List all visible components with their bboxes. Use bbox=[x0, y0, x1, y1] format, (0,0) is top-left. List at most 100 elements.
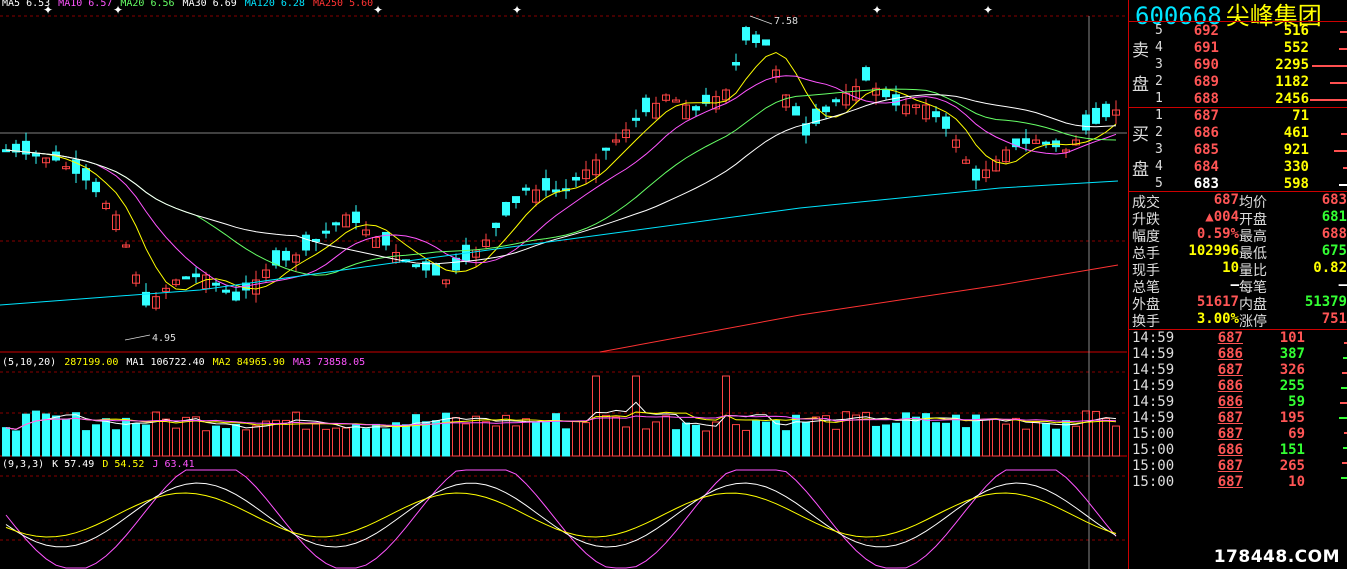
volume-bar bbox=[522, 418, 530, 457]
quote-row: 成交 687 均价 683 bbox=[1129, 192, 1347, 211]
volume-bar bbox=[192, 416, 200, 457]
quote-label: 涨停 bbox=[1239, 314, 1267, 330]
candle-body bbox=[732, 62, 740, 66]
quote-value: 681 bbox=[1321, 209, 1347, 225]
quote-row: 换手 3.00% 涨停 751 bbox=[1129, 311, 1347, 330]
volume-bar bbox=[472, 415, 480, 457]
ma-legend: MA5 6.53 MA10 6.57 MA20 6.56 MA30 6.69 MA120… bbox=[2, 0, 381, 9]
volume-bar bbox=[622, 426, 630, 457]
candle-body bbox=[1042, 141, 1050, 145]
quote-value: 688 bbox=[1321, 226, 1347, 242]
volume-bar bbox=[1052, 428, 1060, 457]
quote-value: 3.00% bbox=[1196, 311, 1239, 327]
tick-row[interactable]: 15:00 687 69 bbox=[1129, 426, 1347, 442]
candle-body bbox=[702, 94, 710, 104]
volume-bar bbox=[1002, 423, 1010, 457]
quote-value: ▲004 bbox=[1205, 209, 1239, 225]
tick-price: 687 bbox=[1217, 410, 1243, 426]
volume-bar bbox=[572, 420, 580, 457]
candle-body bbox=[302, 234, 310, 251]
level-number: 4 bbox=[1155, 40, 1163, 55]
volume-bar bbox=[612, 416, 620, 457]
high-pointer bbox=[749, 15, 773, 25]
candle-body bbox=[862, 67, 870, 81]
ma10-line bbox=[5, 75, 1117, 289]
sell-level-row[interactable]: 3 690 2295 bbox=[1129, 57, 1347, 74]
volume-bar bbox=[892, 422, 900, 457]
candle-body bbox=[332, 222, 340, 226]
quote-row: 幅度 0.59% 最高 688 bbox=[1129, 226, 1347, 245]
volume-bar bbox=[402, 424, 410, 457]
tick-row[interactable]: 14:59 687 326 bbox=[1129, 362, 1347, 378]
buy-price: 684 bbox=[1193, 159, 1219, 175]
sell-volume: 516 bbox=[1283, 23, 1309, 39]
chart-canvas[interactable]: ✦ ✦ ✦ ✦ ✦ ✦ bbox=[0, 0, 1127, 569]
tick-row[interactable]: 14:59 687 195 bbox=[1129, 410, 1347, 426]
candle-body bbox=[352, 211, 360, 224]
tick-row[interactable]: 15:00 687 10 bbox=[1129, 474, 1347, 490]
volume-bar bbox=[252, 425, 260, 457]
tick-price: 687 bbox=[1217, 330, 1243, 346]
tick-bar bbox=[1342, 462, 1347, 464]
buy-level-row[interactable]: 3 685 921 bbox=[1129, 142, 1347, 159]
tick-volume: 387 bbox=[1279, 346, 1305, 362]
kline-chart-area[interactable]: ✦ ✦ ✦ ✦ ✦ ✦ MA5 6.53 MA10 6.57 MA20 6.56 MA30 6.… bbox=[0, 0, 1127, 569]
tick-volume: 255 bbox=[1279, 378, 1305, 394]
candle-body bbox=[92, 181, 100, 193]
candle-body bbox=[322, 230, 330, 234]
sell-volume-bar bbox=[1329, 82, 1347, 84]
candle-body bbox=[642, 97, 650, 113]
volume-bar bbox=[112, 429, 120, 457]
quote-panel: 600668 尖峰集团 5 692 516 4 691 552 3 690 2295 2 689 118… bbox=[1128, 0, 1347, 569]
volume-bar bbox=[132, 423, 140, 457]
volume-bar bbox=[72, 412, 80, 457]
tick-row[interactable]: 15:00 686 151 bbox=[1129, 442, 1347, 458]
tick-row[interactable]: 14:59 687 101 bbox=[1129, 330, 1347, 346]
sell-volume-bar bbox=[1312, 65, 1347, 67]
buy-volume: 330 bbox=[1283, 159, 1309, 175]
sell-volume: 2295 bbox=[1275, 57, 1309, 73]
kdj-legend: (9,3,3) K 57.49 D 54.52 J 63.41 bbox=[2, 459, 203, 470]
sell-level-row[interactable]: 4 691 552 bbox=[1129, 40, 1347, 57]
tick-row[interactable]: 15:00 687 265 bbox=[1129, 458, 1347, 474]
volume-bar bbox=[12, 430, 20, 457]
buy-level-row[interactable]: 1 687 71 bbox=[1129, 108, 1347, 125]
tick-row[interactable]: 14:59 686 255 bbox=[1129, 378, 1347, 394]
volume-bar bbox=[392, 422, 400, 457]
volume-bar bbox=[982, 419, 990, 457]
candle-body bbox=[452, 257, 460, 271]
candle-body bbox=[742, 27, 750, 41]
tick-time: 15:00 bbox=[1132, 474, 1175, 490]
volume-bar bbox=[1092, 410, 1100, 457]
buy-level-row[interactable]: 2 686 461 bbox=[1129, 125, 1347, 142]
sell-level-row[interactable]: 1 688 2456 bbox=[1129, 91, 1347, 108]
tick-row[interactable]: 14:59 686 59 bbox=[1129, 394, 1347, 410]
buy-level-row[interactable]: 4 684 330 bbox=[1129, 159, 1347, 176]
low-price-label: 4.95 bbox=[152, 333, 177, 344]
volume-bar bbox=[1072, 425, 1080, 457]
quote-row: 升跌 ▲004 开盘 681 bbox=[1129, 209, 1347, 228]
volume-bar bbox=[452, 417, 460, 457]
quote-value: 51617 bbox=[1196, 294, 1239, 310]
volume-bar bbox=[1012, 417, 1020, 457]
candle-body bbox=[1082, 114, 1090, 131]
candle-body bbox=[602, 147, 610, 151]
volume-bar bbox=[832, 428, 840, 457]
tick-time: 14:59 bbox=[1132, 362, 1175, 378]
ma5-line bbox=[5, 51, 1117, 291]
volume-bar bbox=[932, 422, 940, 457]
kdj-legend-item: (9,3,3) bbox=[2, 459, 45, 470]
volume-bar bbox=[682, 422, 690, 457]
tick-volume: 326 bbox=[1279, 362, 1305, 378]
tick-row[interactable]: 14:59 686 387 bbox=[1129, 346, 1347, 362]
tick-volume-bars bbox=[1337, 336, 1347, 486]
sell-level-row[interactable]: 2 689 1182 bbox=[1129, 74, 1347, 91]
quote-value: — bbox=[1338, 277, 1347, 293]
sell-level-row[interactable]: 5 692 516 bbox=[1129, 23, 1347, 40]
volume-bar bbox=[492, 425, 500, 457]
buy-volume: 461 bbox=[1283, 125, 1309, 141]
candle-body bbox=[512, 196, 520, 204]
candle-body bbox=[542, 178, 550, 191]
volume-bar bbox=[532, 421, 540, 457]
kdj-legend-item: K 57.49 bbox=[52, 459, 95, 470]
